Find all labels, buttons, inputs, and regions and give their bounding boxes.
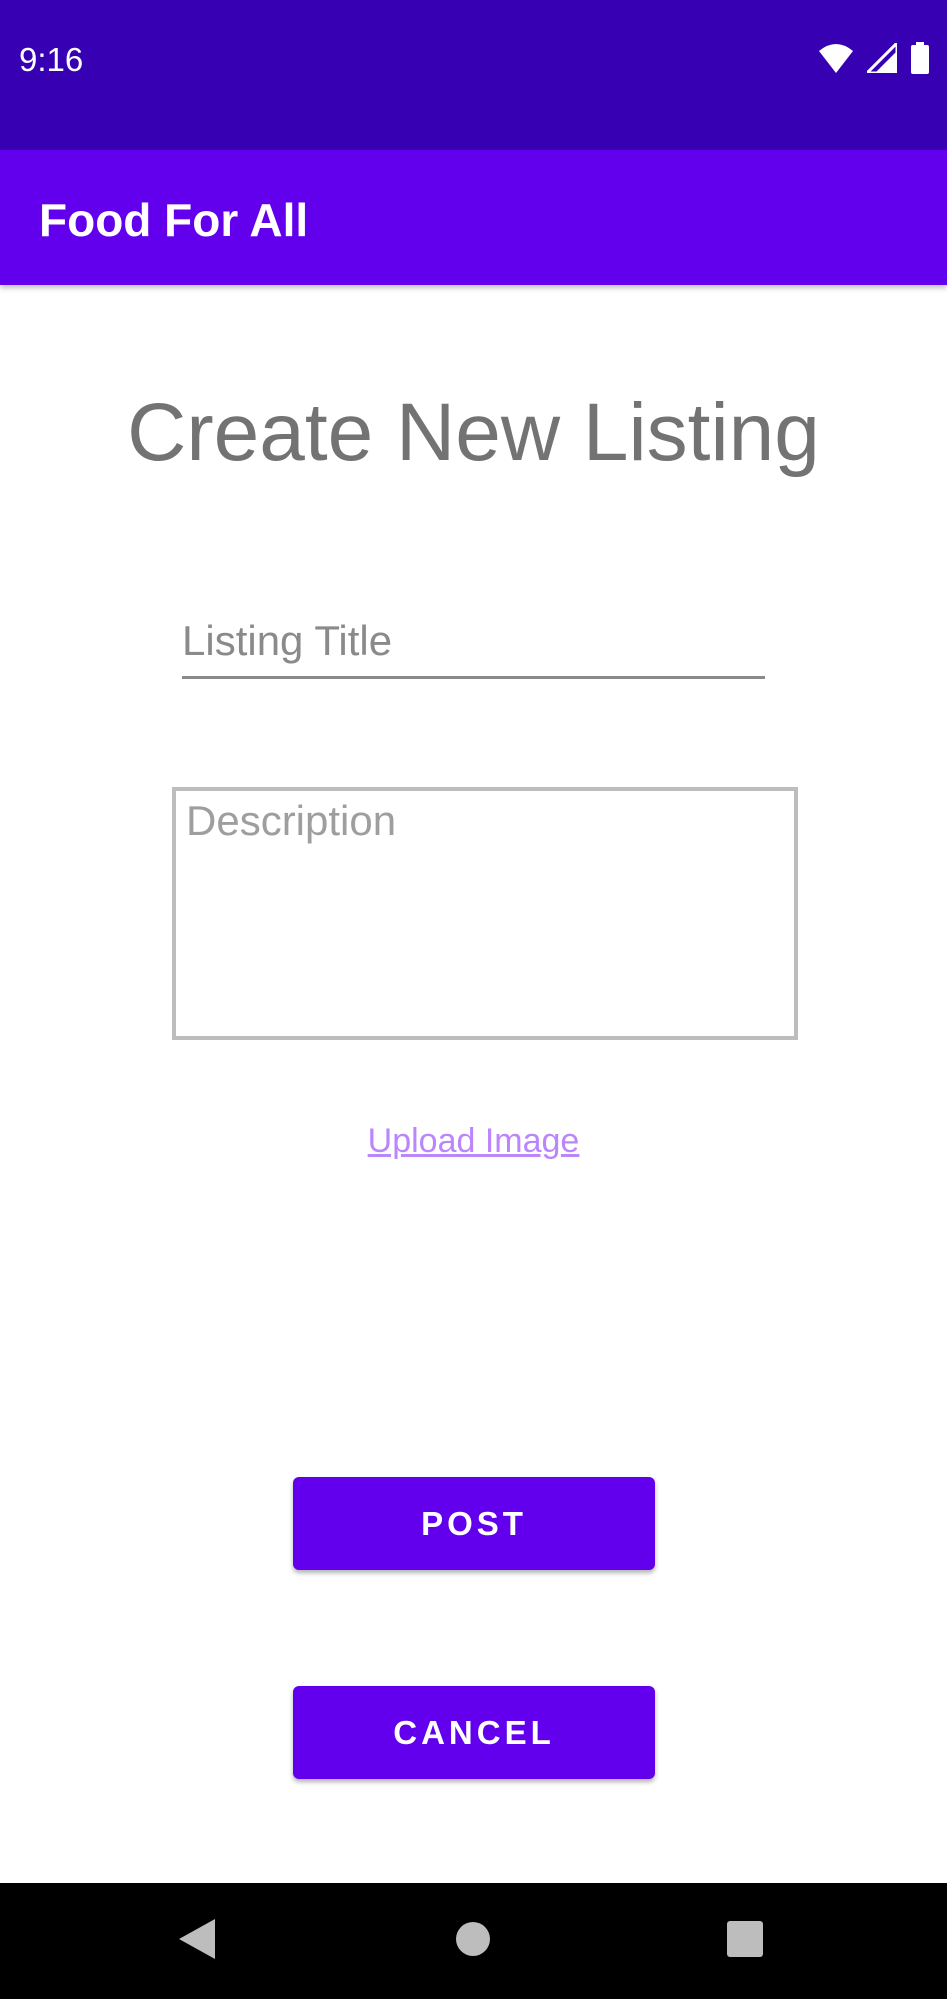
back-icon [179, 1918, 215, 1964]
cancel-button[interactable]: CANCEL [293, 1686, 655, 1779]
status-bar: 9:16 [0, 0, 947, 150]
status-time: 9:16 [19, 41, 84, 78]
wifi-icon [819, 43, 853, 78]
status-icons [819, 38, 929, 79]
navigation-bar [0, 1883, 947, 1999]
recents-button[interactable] [685, 1883, 805, 1999]
battery-icon [911, 41, 929, 79]
post-button[interactable]: POST [293, 1477, 655, 1570]
recents-icon [727, 1920, 763, 1962]
app-bar: Food For All [0, 150, 947, 285]
description-input[interactable] [172, 787, 798, 1040]
upload-image-link[interactable]: Upload Image [0, 1120, 947, 1162]
page-title: Create New Listing [127, 387, 820, 478]
cellular-signal-icon [863, 38, 899, 78]
listing-title-input[interactable] [182, 606, 765, 679]
back-button[interactable] [137, 1883, 257, 1999]
home-icon [455, 1921, 491, 1962]
app-title: Food For All [39, 194, 309, 246]
home-button[interactable] [413, 1883, 533, 1999]
